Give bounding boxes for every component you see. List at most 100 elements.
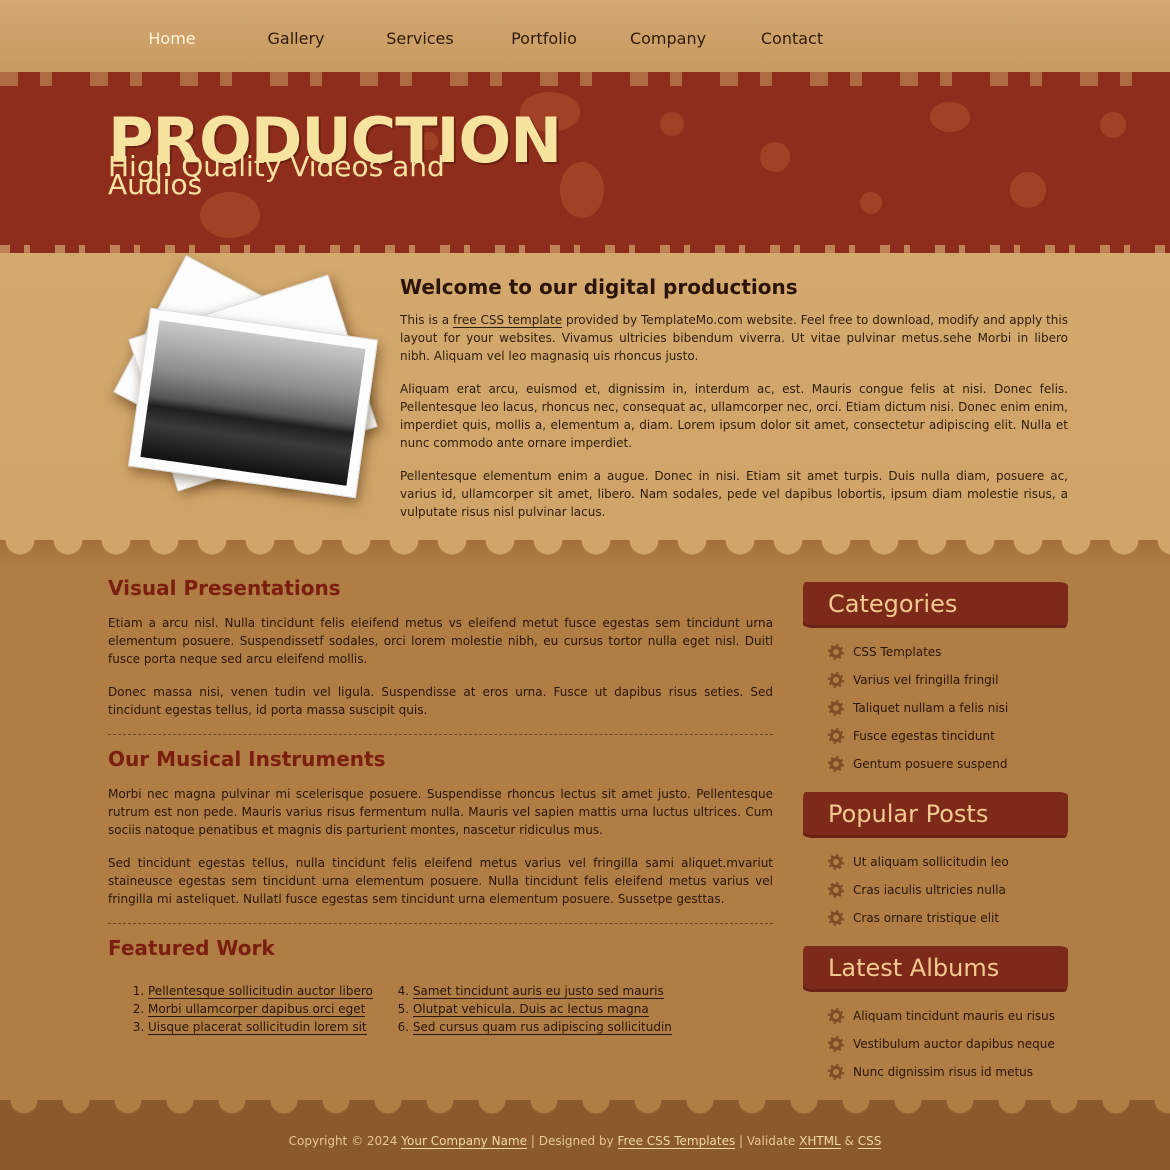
sidebar-link-label: Cras ornare tristique elit — [853, 911, 1000, 925]
dashed-divider — [108, 923, 773, 924]
popular-posts-box: Popular Posts Ut aliquam sollicitudin le… — [803, 792, 1068, 932]
sidebar-link-label: Ut aliquam sollicitudin leo — [853, 855, 1009, 869]
sidebar-link[interactable]: Ut aliquam sollicitudin leo — [828, 848, 1068, 876]
sidebar-link[interactable]: Fusce egestas tincidunt — [828, 722, 1068, 750]
nav-item-contact[interactable]: Contact — [730, 24, 854, 54]
featured-link[interactable]: Pellentesque sollicitudin auctor libero — [148, 984, 373, 999]
section-title: Visual Presentations — [108, 576, 341, 600]
torn-edge — [0, 540, 1170, 566]
css-validate-link[interactable]: CSS — [857, 1134, 882, 1149]
list-item: Samet tincidunt auris eu justo sed mauri… — [412, 982, 672, 1000]
footer-separator: | Validate — [739, 1134, 796, 1148]
sidebar-link-label: Taliquet nullam a felis nisi — [853, 701, 1009, 715]
nav-item-company[interactable]: Company — [606, 24, 730, 54]
main-content: Visual Presentations Etiam a arcu nisl. … — [0, 540, 1170, 1100]
paint-splatter — [1100, 112, 1126, 138]
sidebar-link[interactable]: Gentum posuere suspend — [828, 750, 1068, 778]
gear-bullet-icon — [828, 910, 844, 926]
sidebar-link[interactable]: Aliquam tincidunt mauris eu risus — [828, 1002, 1068, 1030]
sidebar-link-label: Nunc dignissim risus id metus — [853, 1065, 1034, 1079]
sidebar-link[interactable]: CSS Templates — [828, 638, 1068, 666]
nav-item-label: Contact — [760, 29, 824, 48]
welcome-title: Welcome to our digital productions — [400, 275, 798, 299]
dashed-divider — [108, 734, 773, 735]
gear-bullet-icon — [828, 672, 844, 688]
sidebar-list: Ut aliquam sollicitudin leo Cras iaculis… — [803, 838, 1068, 932]
gear-bullet-icon — [828, 1036, 844, 1052]
featured-work-lists: Pellentesque sollicitudin auctor libero … — [108, 982, 773, 1036]
copyright-text: Copyright © 2024 — [288, 1134, 398, 1148]
section-text: Morbi nec magna pulvinar mi scelerisque … — [108, 785, 773, 908]
list-item: Morbi ullamcorper dapibus orci eget — [148, 1000, 373, 1018]
section-paragraph: Morbi nec magna pulvinar mi scelerisque … — [108, 787, 773, 837]
welcome-text: This is a free CSS template provided by … — [400, 311, 1068, 536]
company-name-link[interactable]: Your Company Name — [401, 1134, 528, 1149]
footer-separator: | Designed by — [530, 1134, 614, 1148]
featured-link[interactable]: Morbi ullamcorper dapibus orci eget — [148, 1002, 366, 1017]
latest-albums-box: Latest Albums Aliquam tincidunt mauris e… — [803, 946, 1068, 1086]
paint-splatter — [560, 162, 604, 218]
main-nav: Home Gallery Services Portfolio Company … — [108, 0, 868, 72]
paint-splatter — [200, 192, 260, 238]
sidebar-link[interactable]: Vestibulum auctor dapibus neque — [828, 1030, 1068, 1058]
sidebar-heading: Latest Albums — [803, 946, 1068, 992]
gear-bullet-icon — [828, 1064, 844, 1080]
sidebar: Categories CSS Templates Varius vel frin… — [803, 582, 1068, 1100]
featured-link[interactable]: Uisque placerat sollicitudin lorem sit — [148, 1020, 367, 1035]
nav-item-portfolio[interactable]: Portfolio — [482, 24, 606, 54]
nav-item-label: Services — [386, 29, 454, 48]
paint-splatter — [660, 112, 684, 136]
banner-texture — [0, 72, 1170, 86]
section-paragraph: Donec massa nisi, venen tudin vel ligula… — [108, 685, 773, 717]
gear-bullet-icon — [828, 728, 844, 744]
featured-list: Samet tincidunt auris eu justo sed mauri… — [393, 982, 672, 1036]
sidebar-heading: Popular Posts — [803, 792, 1068, 838]
sidebar-link-label: Varius vel fringilla fringil — [853, 673, 999, 687]
nav-item-services[interactable]: Services — [358, 24, 482, 54]
sidebar-link[interactable]: Nunc dignissim risus id metus — [828, 1058, 1068, 1086]
free-css-template-link[interactable]: free CSS template — [452, 313, 563, 328]
list-item: Pellentesque sollicitudin auctor libero — [148, 982, 373, 1000]
gear-bullet-icon — [828, 882, 844, 898]
featured-link[interactable]: Samet tincidunt auris eu justo sed mauri… — [412, 984, 664, 999]
nav-item-label: Portfolio — [511, 29, 577, 48]
sidebar-list: CSS Templates Varius vel fringilla fring… — [803, 628, 1068, 778]
content-column: Visual Presentations Etiam a arcu nisl. … — [108, 576, 773, 1036]
sidebar-link[interactable]: Varius vel fringilla fringil — [828, 666, 1068, 694]
footer-separator: & — [844, 1134, 854, 1148]
designer-link[interactable]: Free CSS Templates — [617, 1134, 736, 1149]
sidebar-list: Aliquam tincidunt mauris eu risus Vestib… — [803, 992, 1068, 1086]
section-text: Etiam a arcu nisl. Nulla tincidunt felis… — [108, 614, 773, 719]
gear-bullet-icon — [828, 854, 844, 870]
top-nav-bar: Home Gallery Services Portfolio Company … — [0, 0, 1170, 72]
welcome-section: Welcome to our digital productions This … — [0, 253, 1170, 540]
landscape-photo — [127, 307, 379, 499]
welcome-paragraph: Pellentesque elementum enim a augue. Don… — [400, 469, 1068, 519]
footer-text: Copyright © 2024 Your Company Name | Des… — [0, 1134, 1170, 1149]
sidebar-link[interactable]: Cras ornare tristique elit — [828, 904, 1068, 932]
paint-splatter — [760, 142, 790, 172]
nav-item-label: Gallery — [267, 29, 325, 48]
sidebar-link[interactable]: Cras iaculis ultricies nulla — [828, 876, 1068, 904]
list-item: Olutpat vehicula. Duis ac lectus magna — [412, 1000, 672, 1018]
sidebar-link-label: Fusce egestas tincidunt — [853, 729, 995, 743]
nav-item-label: Home — [148, 29, 196, 48]
nav-item-home[interactable]: Home — [110, 24, 234, 54]
xhtml-validate-link[interactable]: XHTML — [799, 1134, 841, 1149]
section-paragraph: Sed tincidunt egestas tellus, nulla tinc… — [108, 856, 773, 906]
paint-splatter — [930, 102, 970, 132]
list-item: Uisque placerat sollicitudin lorem sit — [148, 1018, 373, 1036]
featured-list: Pellentesque sollicitudin auctor libero … — [128, 982, 373, 1036]
section-title: Our Musical Instruments — [108, 747, 386, 771]
footer: Copyright © 2024 Your Company Name | Des… — [0, 1100, 1170, 1170]
nav-item-gallery[interactable]: Gallery — [234, 24, 358, 54]
sidebar-link-label: Gentum posuere suspend — [853, 757, 1008, 771]
list-item: Sed cursus quam rus adipiscing sollicitu… — [412, 1018, 672, 1036]
site-tagline: High Quality Videos and Audios — [108, 150, 445, 201]
photo-stack-image — [113, 255, 388, 513]
sidebar-link[interactable]: Taliquet nullam a felis nisi — [828, 694, 1068, 722]
lake-sunset-image — [140, 320, 366, 486]
gear-bullet-icon — [828, 756, 844, 772]
featured-link[interactable]: Olutpat vehicula. Duis ac lectus magna — [412, 1002, 649, 1017]
featured-link[interactable]: Sed cursus quam rus adipiscing sollicitu… — [412, 1020, 672, 1035]
